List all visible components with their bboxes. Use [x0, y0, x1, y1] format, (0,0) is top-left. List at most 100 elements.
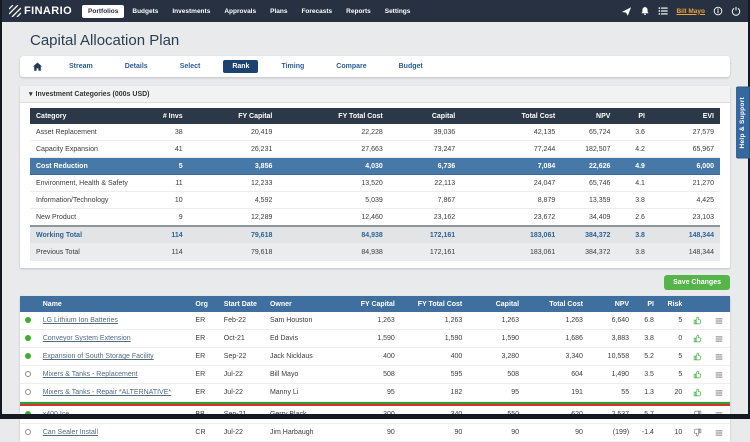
investment-row[interactable]: Expansion of South Storage Facility ER S…	[20, 348, 730, 366]
thumbs-up-icon[interactable]	[693, 371, 702, 378]
name-cell: Mixers & Tanks - Replacement	[38, 366, 191, 384]
user-link[interactable]: Bill Mayo	[676, 8, 705, 15]
fy-capital-cell: 90	[339, 424, 399, 442]
risk-cell: 10	[659, 424, 687, 442]
fy-capital-cell: 20,419	[189, 124, 279, 141]
total-cost-cell: 191	[524, 384, 588, 402]
category-row[interactable]: Cost Reduction 5 3,856 4,030 6,736 7,084…	[30, 158, 720, 175]
col-total-cost[interactable]: Total Cost	[524, 296, 588, 312]
capital-cell: 23,162	[389, 209, 461, 227]
start-date-cell: Feb-22	[219, 312, 265, 330]
vote-cell	[687, 366, 708, 384]
nav-item[interactable]: Portfolios	[82, 5, 124, 18]
row-menu-icon[interactable]	[715, 353, 723, 360]
col-fy-total-cost[interactable]: FY Total Cost	[400, 296, 467, 312]
investment-name-link[interactable]: Expansion of South Storage Facility	[43, 353, 154, 360]
fy-capital-cell: 1,590	[339, 330, 399, 348]
npv-cell: (199)	[588, 424, 634, 442]
investment-name-link[interactable]: Mixers & Tanks - Repair *ALTERNATIVE*	[43, 389, 171, 396]
npv-cell: 182,507	[561, 141, 616, 158]
thumbs-up-icon[interactable]	[693, 335, 702, 342]
total-cost-cell: 42,135	[461, 124, 561, 141]
thumbs-up-icon[interactable]	[693, 389, 702, 396]
category-row[interactable]: Previous Total 114 79,618 84,938 172,161…	[30, 244, 720, 261]
view-tab[interactable]: Stream	[60, 60, 102, 73]
view-tab[interactable]: Rank	[223, 60, 258, 73]
investment-row[interactable]: LG Lithium Ion Batteries ER Feb-22 Sam H…	[20, 312, 730, 330]
invs-cell: 9	[147, 209, 188, 227]
category-row[interactable]: Asset Replacement 38 20,419 22,228 39,03…	[30, 124, 720, 141]
total-cost-cell: 3,340	[524, 348, 588, 366]
invs-cell: 114	[147, 244, 188, 261]
evi-cell: 148,344	[651, 244, 720, 261]
nav-item[interactable]: Budgets	[126, 5, 164, 18]
view-tab[interactable]: Select	[171, 60, 210, 73]
row-menu-icon[interactable]	[715, 317, 723, 324]
bell-icon[interactable]	[640, 6, 650, 16]
col-org[interactable]: Org	[190, 296, 218, 312]
view-tab[interactable]: Compare	[327, 60, 375, 73]
row-menu-cell	[709, 312, 730, 330]
investment-row[interactable]: x400 Ice BB Sep-21 Gerry Black 300 340 5…	[20, 406, 730, 424]
status-dot-cell	[20, 366, 38, 384]
investment-row[interactable]: Conveyor System Extension ER Oct-21 Ed D…	[20, 330, 730, 348]
thumbs-up-icon[interactable]	[693, 353, 702, 360]
col-pi[interactable]: PI	[634, 296, 659, 312]
category-row[interactable]: Information/Technology 10 4,592 5,039 7,…	[30, 192, 720, 209]
row-menu-icon[interactable]	[715, 411, 723, 418]
nav-item[interactable]: Settings	[379, 5, 417, 18]
thumbs-up-icon[interactable]	[693, 317, 702, 324]
nav-item[interactable]: Plans	[264, 5, 293, 18]
list-icon[interactable]	[658, 6, 668, 16]
investments-table-head: Name Org Start Date Owner FY Capital FY …	[20, 296, 730, 312]
thumbs-down-icon[interactable]	[693, 429, 702, 436]
nav-item[interactable]: Investments	[166, 5, 216, 18]
help-support-tab[interactable]: Help & Support	[736, 87, 750, 159]
info-icon[interactable]	[713, 6, 723, 16]
view-tab[interactable]: Details	[116, 60, 157, 73]
invs-cell: 41	[147, 141, 188, 158]
nav-item[interactable]: Approvals	[218, 5, 262, 18]
col-owner[interactable]: Owner	[265, 296, 340, 312]
status-dot-cell	[20, 312, 38, 330]
category-row[interactable]: New Product 9 12,289 12,460 23,162 23,67…	[30, 209, 720, 227]
row-menu-icon[interactable]	[715, 371, 723, 378]
investment-name-link[interactable]: x400 Ice	[43, 411, 69, 418]
investment-name-link[interactable]: LG Lithium Ion Batteries	[43, 317, 118, 324]
investment-row[interactable]: Mixers & Tanks - Replacement ER Jul-22 B…	[20, 366, 730, 384]
fy-total-cost-cell: 1,590	[400, 330, 467, 348]
investment-name-link[interactable]: Mixers & Tanks - Replacement	[43, 371, 138, 378]
start-date-cell: Jul-22	[219, 424, 265, 442]
nav-item[interactable]: Reports	[340, 5, 377, 18]
col-name[interactable]: Name	[38, 296, 191, 312]
investment-row[interactable]: Can Sealer Install CR Jul-22 Jim Harbaug…	[20, 424, 730, 442]
fy-total-cost-cell: 90	[400, 424, 467, 442]
col-capital[interactable]: Capital	[467, 296, 524, 312]
row-menu-icon[interactable]	[715, 335, 723, 342]
nav-item[interactable]: Forecasts	[295, 5, 338, 18]
investment-name-link[interactable]: Can Sealer Install	[43, 429, 98, 436]
col-npv[interactable]: NPV	[588, 296, 634, 312]
send-icon[interactable]	[621, 6, 632, 17]
category-row[interactable]: Capacity Expansion 41 26,231 27,663 73,2…	[30, 141, 720, 158]
owner-cell: Bill Mayo	[265, 366, 340, 384]
row-menu-icon[interactable]	[715, 389, 723, 396]
col-fy-capital[interactable]: FY Capital	[339, 296, 399, 312]
investment-row[interactable]: Mixers & Tanks - Repair *ALTERNATIVE* ER…	[20, 384, 730, 402]
categories-panel-body: Category # Invs FY Capital FY Total Cost…	[20, 103, 730, 268]
save-changes-button[interactable]: Save Changes	[664, 275, 730, 290]
col-risk[interactable]: Risk	[659, 296, 687, 312]
power-icon[interactable]	[731, 6, 741, 16]
home-icon[interactable]	[32, 61, 43, 72]
panel-collapse-header[interactable]: ▾ Investment Categories (000s USD)	[20, 86, 730, 103]
thumbs-down-icon[interactable]	[693, 411, 702, 418]
col-start-date[interactable]: Start Date	[219, 296, 265, 312]
row-menu-icon[interactable]	[715, 429, 723, 436]
view-tab[interactable]: Timing	[272, 60, 313, 73]
category-row[interactable]: Environment, Health & Safety 11 12,233 1…	[30, 175, 720, 192]
view-tab[interactable]: Budget	[390, 60, 432, 73]
finario-logo[interactable]: FINARIO	[9, 5, 72, 17]
category-row[interactable]: Working Total 114 79,618 84,938 172,161 …	[30, 226, 720, 244]
investment-name-link[interactable]: Conveyor System Extension	[43, 335, 131, 342]
view-tabbar: Stream Details Select Rank Timing Compar…	[20, 56, 730, 77]
